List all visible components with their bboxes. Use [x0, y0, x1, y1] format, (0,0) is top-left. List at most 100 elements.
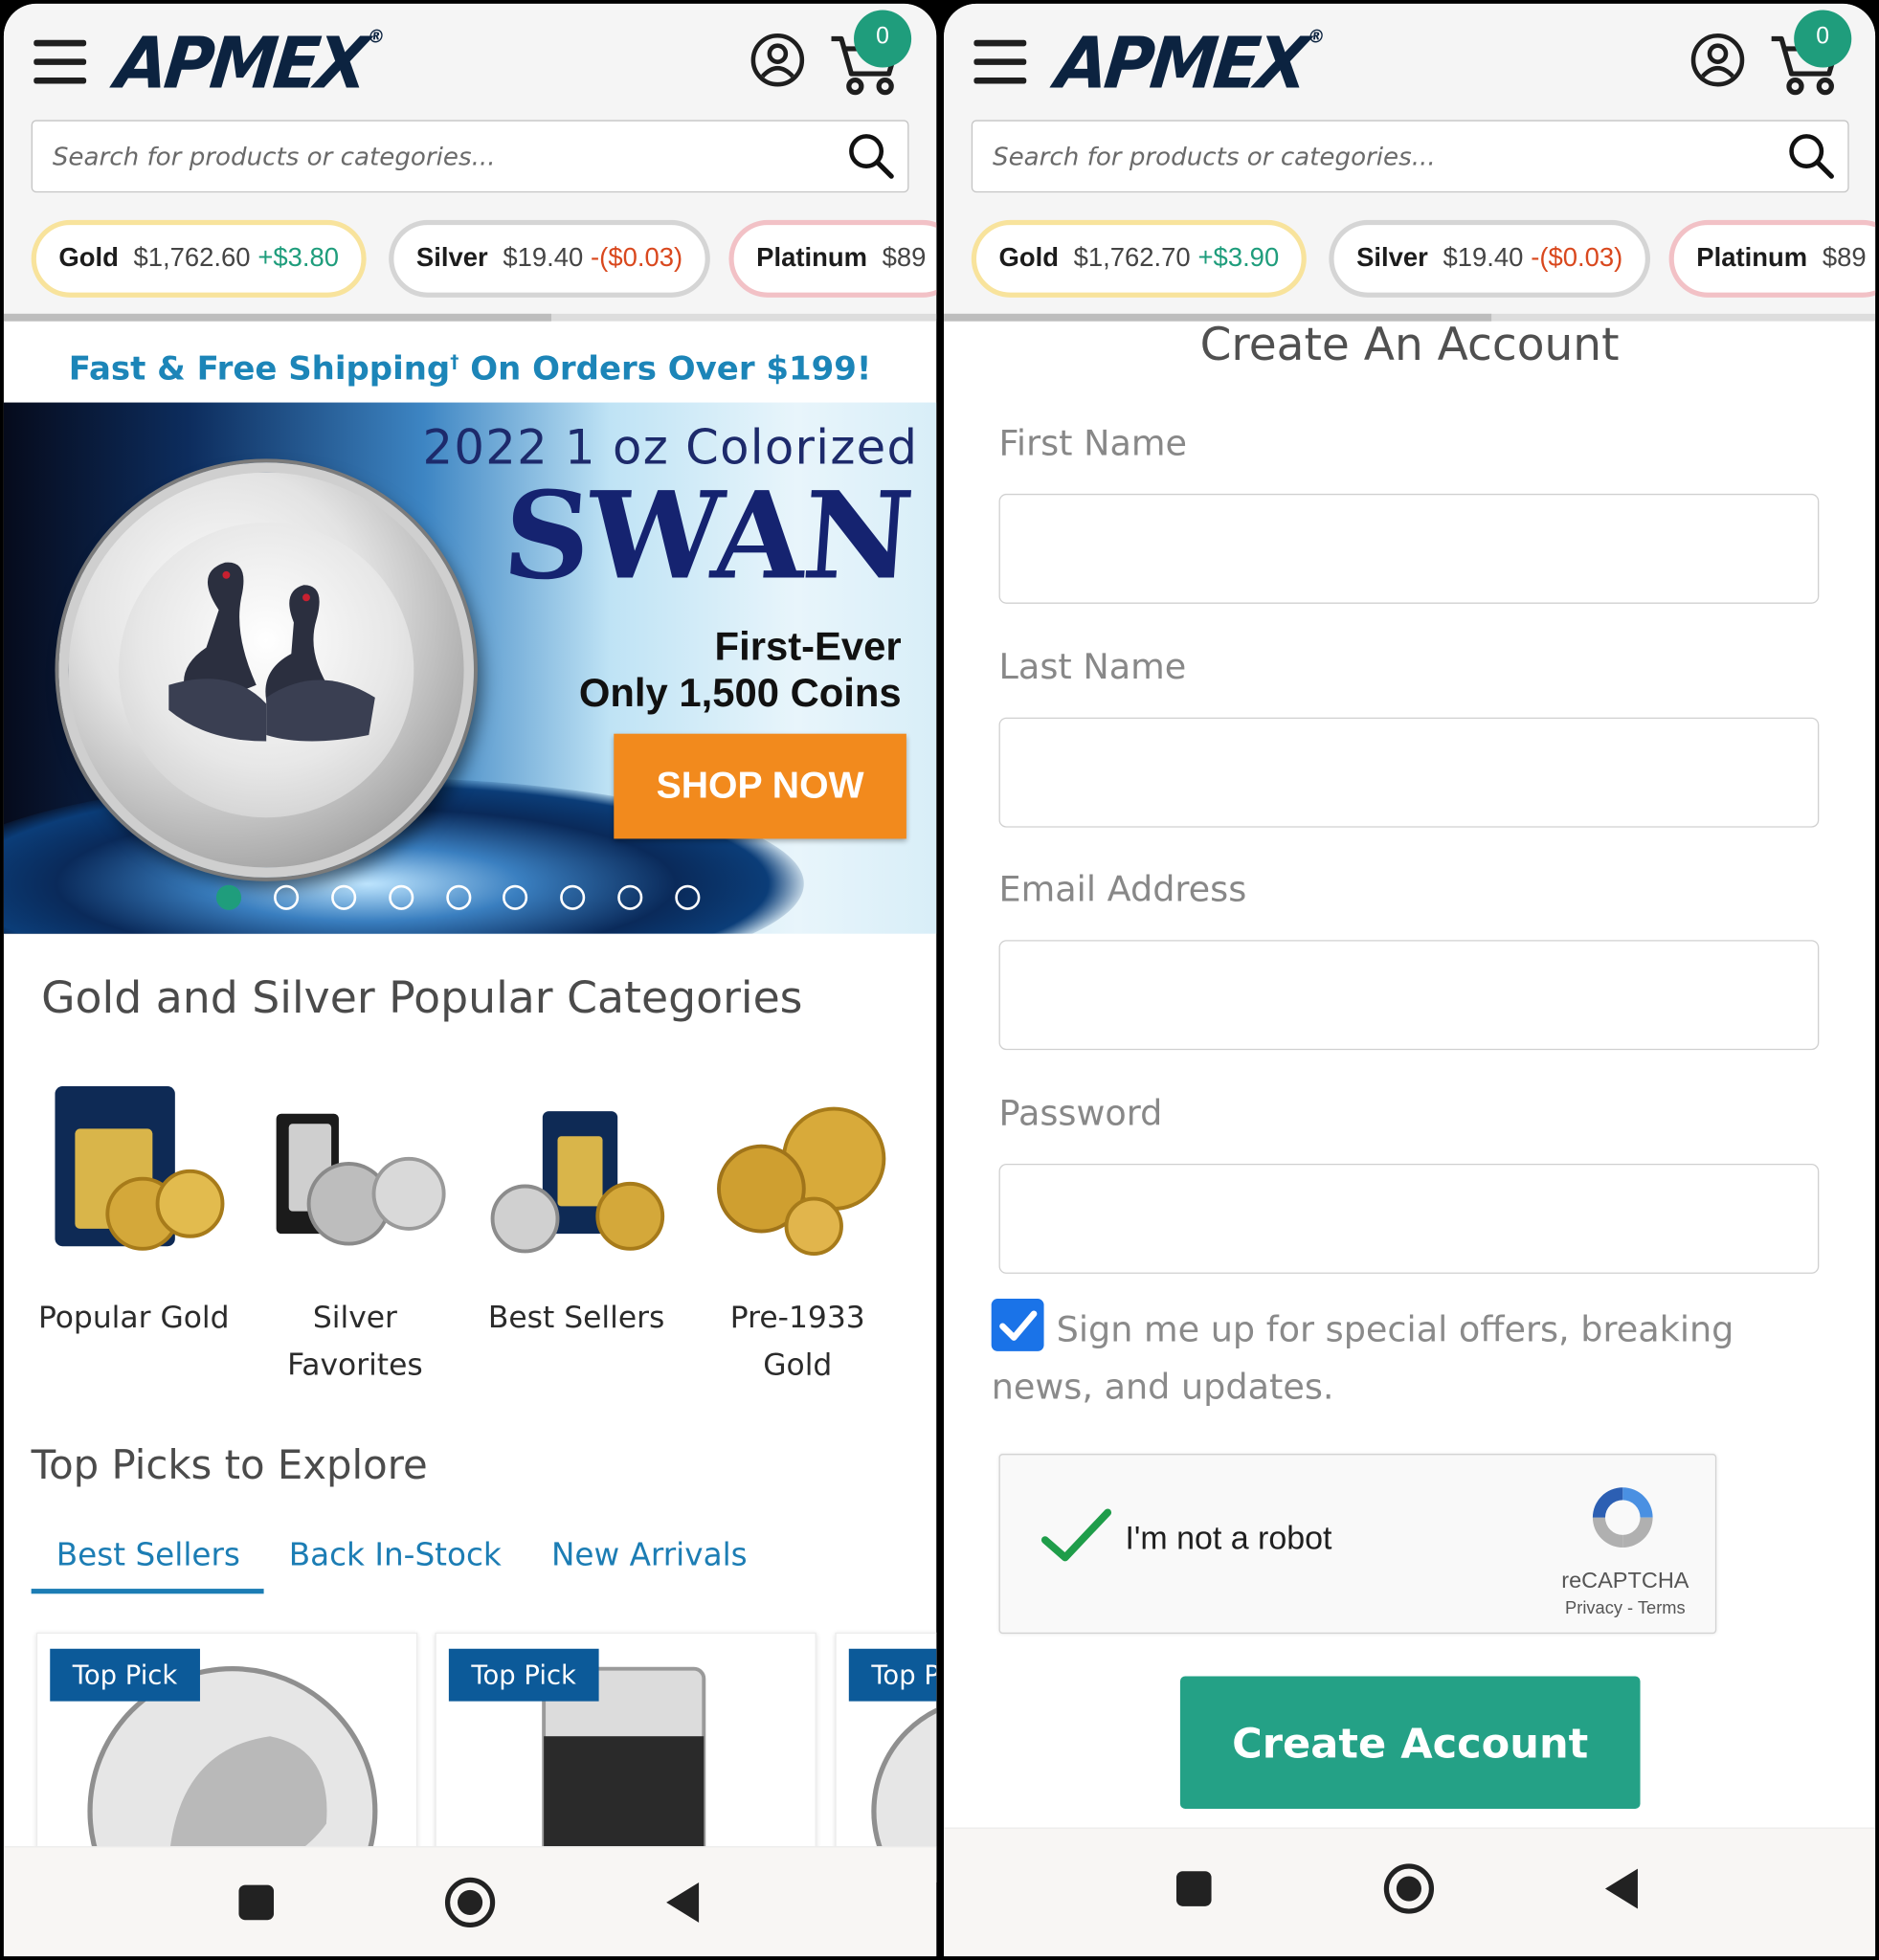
search-bar — [31, 120, 909, 193]
newsletter-optin: Sign me up for special offers, breaking … — [991, 1299, 1792, 1416]
hero-subtitle-1: First-Ever — [714, 623, 902, 669]
category-label: Pre-1933 Gold — [729, 1300, 865, 1383]
gold-coins-icon — [717, 1106, 886, 1256]
top-pick-badge: Top Pick — [50, 1648, 200, 1702]
cart-count-badge: 0 — [854, 10, 912, 68]
top-picks-title: Top Picks to Explore — [31, 1440, 428, 1489]
product-card[interactable]: Top Pick — [35, 1632, 418, 1883]
tab-best-sellers[interactable]: Best Sellers — [56, 1536, 240, 1572]
silver-bar-and-coins-icon — [276, 1113, 446, 1246]
password-field[interactable] — [998, 1163, 1820, 1274]
hero-subtitle-2: Only 1,500 Coins — [578, 670, 902, 716]
category-popular-gold[interactable]: Popular Gold — [34, 1079, 234, 1341]
left-phone-screen: APMEX® 0 Gold$1,762.6 — [3, 3, 937, 1957]
system-nav-bar — [944, 1827, 1876, 1957]
captcha-checkmark-icon[interactable] — [1040, 1507, 1113, 1565]
optin-checkbox[interactable] — [991, 1299, 1044, 1351]
right-phone-screen: APMEX® 0 Gold$1,762.7 — [944, 3, 1876, 1957]
carousel-dot[interactable] — [331, 884, 357, 910]
hamburger-menu-icon[interactable] — [34, 39, 87, 85]
ticker-gold[interactable]: Gold $1,762.60 +$3.80 — [31, 219, 367, 298]
apmex-logo[interactable]: APMEX® — [1052, 22, 1327, 104]
active-tab-indicator — [31, 1589, 264, 1594]
system-nav-bar — [3, 1846, 937, 1957]
first-name-field[interactable] — [998, 493, 1820, 604]
recents-square-icon[interactable] — [229, 1875, 283, 1929]
top-pick-badge: Top Pick — [448, 1648, 599, 1702]
gold-bar-and-coins-icon — [55, 1086, 225, 1251]
black-swans-icon — [168, 562, 375, 742]
search-input[interactable] — [993, 131, 1768, 182]
recents-square-icon[interactable] — [1167, 1861, 1221, 1916]
ticker-silver[interactable]: Silver $19.40 -($0.03) — [389, 219, 710, 298]
account-icon[interactable] — [750, 33, 805, 87]
product-card[interactable]: Top Pick — [835, 1632, 937, 1883]
account-icon[interactable] — [1690, 33, 1745, 87]
back-triangle-icon[interactable] — [1596, 1861, 1650, 1916]
ticker-silver[interactable]: Silver $19.40 -($0.03) — [1329, 219, 1650, 298]
create-account-button[interactable]: Create Account — [1179, 1676, 1641, 1809]
home-circle-icon[interactable] — [442, 1875, 497, 1929]
recaptcha-brand: reCAPTCHA — [1561, 1567, 1689, 1592]
ticker-scrollbar[interactable] — [3, 313, 937, 322]
mixed-bullion-icon — [490, 1111, 665, 1254]
carousel-dot[interactable] — [215, 884, 242, 910]
price-change: +$3.80 — [257, 243, 340, 273]
search-icon[interactable] — [1788, 132, 1836, 180]
price-change: -($0.03) — [1531, 243, 1623, 273]
home-circle-icon[interactable] — [1381, 1861, 1436, 1916]
ticker-platinum[interactable]: Platinum $89 — [1668, 219, 1876, 298]
tab-new-arrivals[interactable]: New Arrivals — [551, 1536, 748, 1572]
cart-count-badge: 0 — [1794, 10, 1852, 68]
hero-title: SWAN — [499, 464, 916, 607]
price-change: +$3.90 — [1197, 243, 1280, 273]
swan-coin-image — [58, 462, 474, 878]
page-title: Create An Account — [1199, 320, 1620, 371]
ticker-platinum[interactable]: Platinum $89 — [728, 219, 937, 298]
first-name-label: First Name — [998, 422, 1188, 464]
price-ticker: Gold $1,762.70 +$3.90 Silver $19.40 -($0.03)… — [944, 219, 1876, 302]
hero-banner[interactable]: 2022 1 oz Colorized SWAN First-Ever Only… — [3, 402, 937, 934]
email-label: Email Address — [998, 868, 1247, 910]
carousel-dot[interactable] — [503, 884, 528, 910]
ticker-gold[interactable]: Gold $1,762.70 +$3.90 — [971, 219, 1307, 298]
recaptcha-widget: I'm not a robot reCAPTCHA Privacy - Term… — [998, 1454, 1717, 1635]
recaptcha-logo-icon — [1592, 1487, 1653, 1548]
last-name-field[interactable] — [998, 717, 1820, 828]
price-ticker: Gold $1,762.60 +$3.80 Silver $19.40 -($0.03)… — [4, 219, 937, 302]
hamburger-menu-icon[interactable] — [973, 39, 1027, 85]
apmex-logo[interactable]: APMEX® — [112, 22, 387, 104]
category-label: Popular Gold — [37, 1300, 230, 1335]
carousel-dot[interactable] — [617, 884, 643, 910]
carousel-dot[interactable] — [274, 884, 300, 910]
optin-label: Sign me up for special offers, breaking … — [991, 1308, 1734, 1408]
search-input[interactable] — [52, 131, 828, 182]
screenshot-stage: APMEX® 0 Gold$1,762.6 — [0, 0, 1879, 1960]
product-card[interactable]: Top Pick — [435, 1632, 816, 1883]
popular-categories-title: Gold and Silver Popular Categories — [41, 973, 803, 1024]
search-icon[interactable] — [848, 132, 896, 180]
carousel-dot[interactable] — [446, 884, 472, 910]
carousel-dot[interactable] — [675, 884, 701, 910]
carousel-dot[interactable] — [389, 884, 414, 910]
shop-now-button[interactable]: SHOP NOW — [614, 733, 906, 839]
top-pick-badge: Top Pick — [848, 1648, 937, 1702]
price-change: -($0.03) — [591, 243, 683, 273]
category-pre-1933-gold[interactable]: Pre-1933 Gold — [698, 1079, 898, 1389]
search-bar — [971, 120, 1849, 193]
carousel-dot[interactable] — [560, 884, 586, 910]
category-silver-favorites[interactable]: Silver Favorites — [255, 1079, 455, 1389]
recaptcha-links[interactable]: Privacy - Terms — [1537, 1597, 1712, 1617]
app-header: APMEX® 0 Gold$1,762.7 — [944, 3, 1876, 322]
tab-back-in-stock[interactable]: Back In-Stock — [289, 1536, 502, 1572]
back-triangle-icon[interactable] — [657, 1875, 711, 1929]
email-field[interactable] — [998, 940, 1820, 1051]
category-best-sellers[interactable]: Best Sellers — [477, 1079, 677, 1341]
last-name-label: Last Name — [998, 646, 1187, 688]
category-label: Best Sellers — [487, 1300, 665, 1335]
shipping-banner[interactable]: Fast & Free Shipping† On Orders Over $19… — [4, 322, 936, 404]
checkmark-icon — [999, 1310, 1038, 1341]
password-label: Password — [998, 1092, 1163, 1134]
category-label: Silver Favorites — [287, 1300, 423, 1383]
app-header: APMEX® 0 Gold$1,762.6 — [3, 3, 937, 322]
